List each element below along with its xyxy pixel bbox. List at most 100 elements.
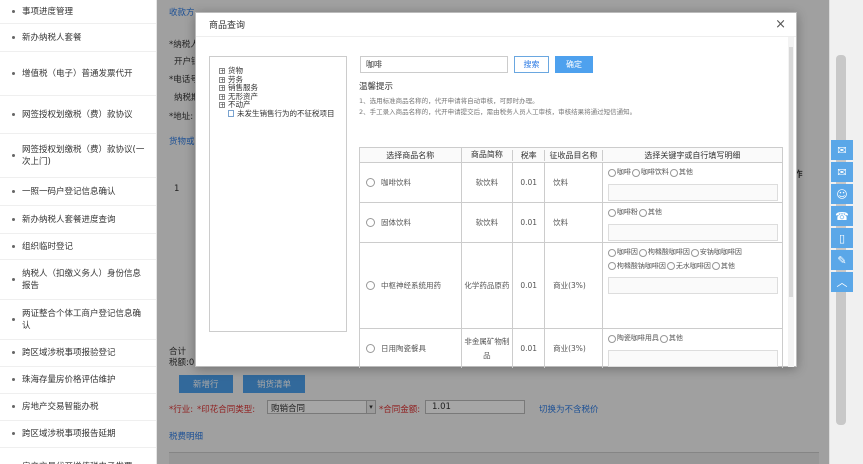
product-name: 中枢神经系统用药 xyxy=(381,281,441,290)
sidebar-item-label: 两证整合个体工商户登记信息确认 xyxy=(22,308,142,331)
radio-icon[interactable] xyxy=(631,168,640,177)
sidebar-item-label: 事项进度管理 xyxy=(22,6,74,17)
radio-icon[interactable] xyxy=(638,248,647,257)
sidebar-item[interactable]: 网签授权划缴税（费）款协议(一次上门) xyxy=(0,134,156,178)
confirm-button[interactable]: 确定 xyxy=(555,56,593,73)
tree-node[interactable]: 未发生销售行为的不征税项目 xyxy=(219,108,346,119)
product-name: 固体饮料 xyxy=(381,218,411,227)
product-short: 非金属矿物制品 xyxy=(460,329,513,368)
mobile-icon[interactable]: ▯ xyxy=(831,228,853,248)
search-pane: 搜索 确定 温馨提示 1、选用标准商品名称的，代开申请将自动审核，可即时办理。 … xyxy=(359,56,783,368)
sidebar-item[interactable]: 事项进度管理 xyxy=(0,0,156,24)
radio-icon[interactable] xyxy=(607,208,616,217)
keyword-label: 咖啡粉 xyxy=(616,208,638,216)
sidebar-item[interactable]: 组织临时登记 xyxy=(0,234,156,260)
detail-input[interactable] xyxy=(607,277,778,294)
keyword-label: 陶瓷咖啡用具 xyxy=(616,334,659,342)
search-button[interactable]: 搜索 xyxy=(514,56,549,73)
col-header-short: 商品简称 xyxy=(460,148,513,162)
sidebar-item-label: 跨区域涉税事项报告延期 xyxy=(22,429,116,439)
sidebar-item-label: 跨区域涉税事项报验登记 xyxy=(22,348,116,358)
sidebar-item[interactable]: 跨区域涉税事项报验登记 xyxy=(0,340,156,367)
up-icon[interactable]: ︿ xyxy=(831,272,853,292)
product-query-dialog: 商品查询 × + 货物 + 劳务 + 销售服务 + 无形资产 + 不动产 未发生销售行为的不征税项目… xyxy=(195,12,797,368)
tip-line-1: 1、选用标准商品名称的，代开申请将自动审核，可即时办理。 xyxy=(359,97,539,105)
keyword-option[interactable]: 其他 xyxy=(659,333,683,344)
keyword-option[interactable]: 陶瓷咖啡用具 xyxy=(607,333,659,344)
sidebar-item[interactable]: 增值税（电子）普通发票代开 xyxy=(0,52,156,96)
radio-icon[interactable] xyxy=(666,262,675,270)
sidebar-item[interactable]: 新办纳税人套餐进度查询 xyxy=(0,206,156,234)
keyword-option[interactable]: 其他 xyxy=(638,207,662,218)
sidebar-item[interactable]: 跨区域涉税事项报告延期 xyxy=(0,421,156,448)
keyword-option[interactable]: 咖啡饮料 xyxy=(631,167,669,178)
sidebar-item[interactable]: 房地产交易智能办税 xyxy=(0,394,156,421)
sidebar-item[interactable]: 房产交易代开增值税电子发票 xyxy=(0,448,156,464)
table-row[interactable]: 中枢神经系统用药 化学药品原药 0.01 商业(3%) 咖啡因 枸橼酸咖啡因 安钠咖咖啡因枸… xyxy=(359,243,783,329)
sidebar-item[interactable]: 两证整合个体工商户登记信息确认 xyxy=(0,300,156,340)
sidebar-item-label: 房地产交易智能办税 xyxy=(22,402,99,412)
keyword-option[interactable]: 咖啡粉 xyxy=(607,207,638,218)
dialog-scrollbar-thumb[interactable] xyxy=(789,47,793,297)
col-header-keyword: 选择关键字或自行填写明细 xyxy=(601,149,782,161)
row-radio[interactable] xyxy=(366,344,375,353)
sidebar-item[interactable]: 一照一码户登记信息确认 xyxy=(0,178,156,206)
keyword-label: 其他 xyxy=(668,334,683,342)
radio-icon[interactable] xyxy=(607,334,616,343)
detail-input[interactable] xyxy=(607,349,778,367)
phone-icon[interactable]: ☎ xyxy=(831,206,853,226)
radio-icon[interactable] xyxy=(607,262,616,270)
radio-icon[interactable] xyxy=(711,262,720,270)
wechat-icon[interactable]: ☺ xyxy=(831,184,853,204)
close-icon[interactable]: × xyxy=(775,17,786,32)
keyword-option[interactable]: 其他 xyxy=(711,261,735,272)
sidebar-item[interactable]: 网签授权划缴税（费）款协议 xyxy=(0,96,156,134)
keyword-option[interactable]: 安钠咖咖啡因 xyxy=(690,247,742,258)
keyword-label: 咖啡饮料 xyxy=(640,168,669,176)
sidebar-item-label: 纳税人（扣缴义务人）身份信息报告 xyxy=(22,268,142,291)
tax-rate: 0.01 xyxy=(512,163,544,202)
keyword-option[interactable]: 枸橼酸钠咖啡因 xyxy=(607,261,666,272)
keyword-option[interactable]: 无水咖啡因 xyxy=(666,261,711,272)
expand-icon[interactable]: + xyxy=(219,85,225,92)
tree-node-label: 未发生销售行为的不征税项目 xyxy=(237,108,335,118)
radio-icon[interactable] xyxy=(607,248,616,257)
sidebar-item-label: 增值税（电子）普通发票代开 xyxy=(22,68,133,79)
bullet-icon xyxy=(12,9,15,13)
row-radio[interactable] xyxy=(366,218,375,227)
tax-rate: 0.01 xyxy=(512,329,544,368)
keyword-option[interactable]: 咖啡因 xyxy=(607,247,638,258)
expand-icon[interactable]: + xyxy=(219,93,225,100)
dialog-scrollbar[interactable] xyxy=(788,37,794,367)
table-row[interactable]: 固体饮料 软饮料 0.01 饮料 咖啡粉 其他 xyxy=(359,203,783,243)
keyword-label: 安钠咖咖啡因 xyxy=(699,248,742,256)
radio-icon[interactable] xyxy=(690,248,699,257)
table-row[interactable]: 日用陶瓷餐具 非金属矿物制品 0.01 商业(3%) 陶瓷咖啡用具 其他 xyxy=(359,329,783,368)
sidebar-item-label: 一照一码户登记信息确认 xyxy=(22,186,116,197)
edit-icon[interactable]: ✎ xyxy=(831,250,853,270)
sidebar-item[interactable]: 珠海存量房价格评估维护 xyxy=(0,367,156,394)
keyword-option[interactable]: 咖啡 xyxy=(607,167,631,178)
table-row[interactable]: 咖啡饮料 软饮料 0.01 饮料 咖啡 咖啡饮料 其他 xyxy=(359,163,783,203)
keyword-label: 咖啡 xyxy=(616,168,631,176)
detail-input[interactable] xyxy=(607,183,778,201)
sidebar-item[interactable]: 新办纳税人套餐 xyxy=(0,24,156,52)
keyword-option[interactable]: 其他 xyxy=(669,167,693,178)
row-radio[interactable] xyxy=(366,281,375,290)
bullet-icon xyxy=(12,217,15,221)
expand-icon[interactable]: + xyxy=(219,76,225,83)
chat-icon[interactable]: ✉ xyxy=(831,140,853,160)
chat-icon[interactable]: ✉ xyxy=(831,162,853,182)
keyword-option[interactable]: 枸橼酸咖啡因 xyxy=(638,247,690,258)
detail-input[interactable] xyxy=(607,223,778,241)
expand-icon[interactable]: + xyxy=(219,102,225,109)
radio-icon[interactable] xyxy=(659,334,668,343)
expand-icon[interactable]: + xyxy=(219,68,225,75)
sidebar-item[interactable]: 纳税人（扣缴义务人）身份信息报告 xyxy=(0,260,156,300)
radio-icon[interactable] xyxy=(669,168,678,177)
radio-icon[interactable] xyxy=(607,168,616,177)
radio-icon[interactable] xyxy=(638,208,647,217)
row-radio[interactable] xyxy=(366,178,375,187)
search-input[interactable] xyxy=(360,56,508,73)
bullet-icon xyxy=(12,277,15,281)
